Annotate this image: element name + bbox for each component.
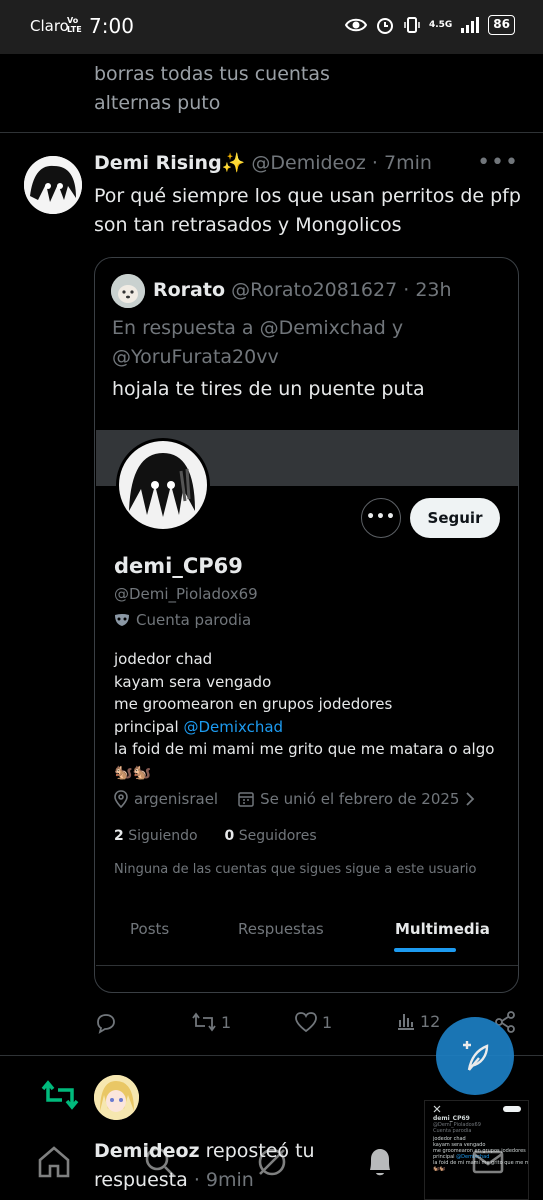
- heart-icon: [295, 1012, 317, 1033]
- vibrate-icon: [404, 17, 420, 33]
- bio-line: kayam sera vengado: [114, 672, 272, 691]
- signal-icon: [461, 17, 480, 33]
- author-handle[interactable]: @Demideoz: [251, 152, 365, 174]
- carrier-label: Claro: [30, 17, 69, 35]
- quoted-text: hojala te tires de un puente puta: [112, 378, 425, 400]
- quoted-author-handle[interactable]: @Rorato2081627: [231, 279, 397, 301]
- like-button[interactable]: 1: [294, 1011, 332, 1033]
- thumbnail-name: demi_CP69: [433, 1115, 470, 1122]
- alarm-icon: [376, 18, 393, 34]
- grok-icon[interactable]: [254, 1144, 290, 1180]
- compose-post-button[interactable]: [436, 1017, 514, 1095]
- status-clock: 7:00: [89, 14, 134, 38]
- bio-line: la foid de mi mami me grito que me matar…: [114, 740, 495, 758]
- reply-context: En respuesta a @Demixchad y @YoruFurata2…: [112, 317, 404, 368]
- repost-count: 1: [221, 1012, 232, 1032]
- bio-line: jodedor chad: [114, 650, 213, 668]
- active-tab-indicator: [394, 948, 456, 952]
- mutual-followers-note: Ninguna de las cuentas que sigues sigue …: [114, 862, 477, 877]
- volte-bottom: LTE: [67, 25, 82, 34]
- messages-envelope-icon[interactable]: [470, 1144, 506, 1180]
- profile-display-name: demi_CP69: [114, 554, 243, 578]
- mask-icon: [115, 614, 129, 626]
- repost-button[interactable]: 1: [191, 1011, 231, 1033]
- author-avatar[interactable]: [24, 156, 82, 214]
- reply-button[interactable]: [94, 1011, 122, 1035]
- profile-handle: @Demi_Pioladox69: [114, 585, 258, 603]
- calendar-icon: [238, 792, 254, 807]
- quoted-author-avatar[interactable]: [111, 274, 145, 308]
- reply-icon: [97, 1014, 115, 1034]
- bio-mention: @Demixchad: [183, 717, 284, 736]
- tab-multimedia: Multimedia: [395, 920, 490, 938]
- profile-more-button: •••: [361, 498, 401, 538]
- profile-bio: jodedor chad kayam sera vengado me groom…: [114, 648, 509, 783]
- feather-plus-icon: [463, 1041, 489, 1071]
- quoted-time: · 23h: [403, 279, 452, 301]
- bio-prefix: principal: [114, 717, 184, 736]
- follow-counts: 2 Siguiendo 0 Seguidores: [114, 828, 317, 844]
- tweet-more-button[interactable]: •••: [477, 150, 519, 175]
- parody-label: Cuenta parodia: [114, 611, 251, 629]
- quoted-header: Rorato @Rorato2081627 · 23h: [153, 279, 452, 301]
- previous-tweet-line-2: alternas puto: [94, 92, 221, 114]
- follow-button: Seguir: [410, 498, 500, 538]
- profile-joined: Se unió el febrero de 2025: [260, 790, 460, 808]
- reposter-avatar[interactable]: [94, 1075, 139, 1120]
- quoted-author-name[interactable]: Rorato: [153, 279, 225, 301]
- like-count: 1: [322, 1012, 333, 1032]
- tweet-text: Por qué siempre los que usan perritos de…: [94, 185, 521, 236]
- tweet-time: · 7min: [371, 152, 432, 174]
- location-pin-icon: [114, 790, 128, 808]
- tweet-header: Demi Rising✨ @Demideoz · 7min: [94, 151, 432, 174]
- previous-tweet-line-1: borras todas tus cuentas: [94, 63, 330, 85]
- volte-indicator: Vo LTE: [67, 16, 82, 34]
- notifications-bell-icon[interactable]: [362, 1144, 398, 1180]
- parody-label-text: Cuenta parodia: [136, 611, 252, 629]
- thumbnail-follow-button: [503, 1106, 521, 1112]
- search-icon[interactable]: [142, 1144, 178, 1180]
- home-icon[interactable]: [36, 1144, 72, 1180]
- repost-notification-icon: [41, 1080, 79, 1110]
- status-bar: Claro Vo LTE 7:00 4.5G 86: [0, 0, 543, 54]
- repost-icon: [192, 1012, 216, 1032]
- following-count: 2: [114, 828, 124, 844]
- tab-posts: Posts: [130, 920, 170, 938]
- following-label: Siguiendo: [128, 828, 198, 844]
- volte-top: Vo: [67, 16, 79, 25]
- network-type: 4.5G: [428, 20, 453, 30]
- bio-line: me groomearon en grupos jodedores: [114, 695, 393, 713]
- followers-label: Seguidores: [238, 828, 317, 844]
- divider: [96, 965, 518, 966]
- attached-profile-screenshot[interactable]: ••• Seguir demi_CP69 @Demi_Pioladox69 Cu…: [96, 430, 518, 966]
- profile-tabs: Posts Respuestas Multimedia: [96, 910, 518, 966]
- views-button[interactable]: 12: [396, 1011, 440, 1031]
- profile-meta: argenisrael Se unió el febrero de 2025: [114, 790, 475, 808]
- author-name[interactable]: Demi Rising✨: [94, 152, 245, 174]
- bio-line: principal @Demixchad: [114, 716, 509, 739]
- chevron-right-icon: [466, 792, 475, 806]
- divider: [0, 132, 543, 133]
- quoted-tweet[interactable]: Rorato @Rorato2081627 · 23h En respuesta…: [94, 257, 519, 993]
- tab-respuestas: Respuestas: [238, 920, 324, 938]
- eye-icon: [344, 18, 367, 32]
- profile-avatar: [116, 438, 210, 532]
- battery-indicator: 86: [488, 15, 515, 35]
- views-chart-icon: [398, 1014, 414, 1030]
- thumbnail-x-logo-icon: [433, 1105, 441, 1113]
- bottom-navigation: [0, 1130, 543, 1200]
- status-icons: 4.5G 86: [344, 15, 515, 35]
- previous-tweet-text: borras todas tus cuentas alternas puto: [94, 60, 330, 118]
- view-count: 12: [420, 1011, 441, 1031]
- followers-count: 0: [224, 828, 235, 844]
- profile-location: argenisrael: [134, 790, 219, 808]
- bio-emoji: 🐿️🐿️: [114, 762, 152, 781]
